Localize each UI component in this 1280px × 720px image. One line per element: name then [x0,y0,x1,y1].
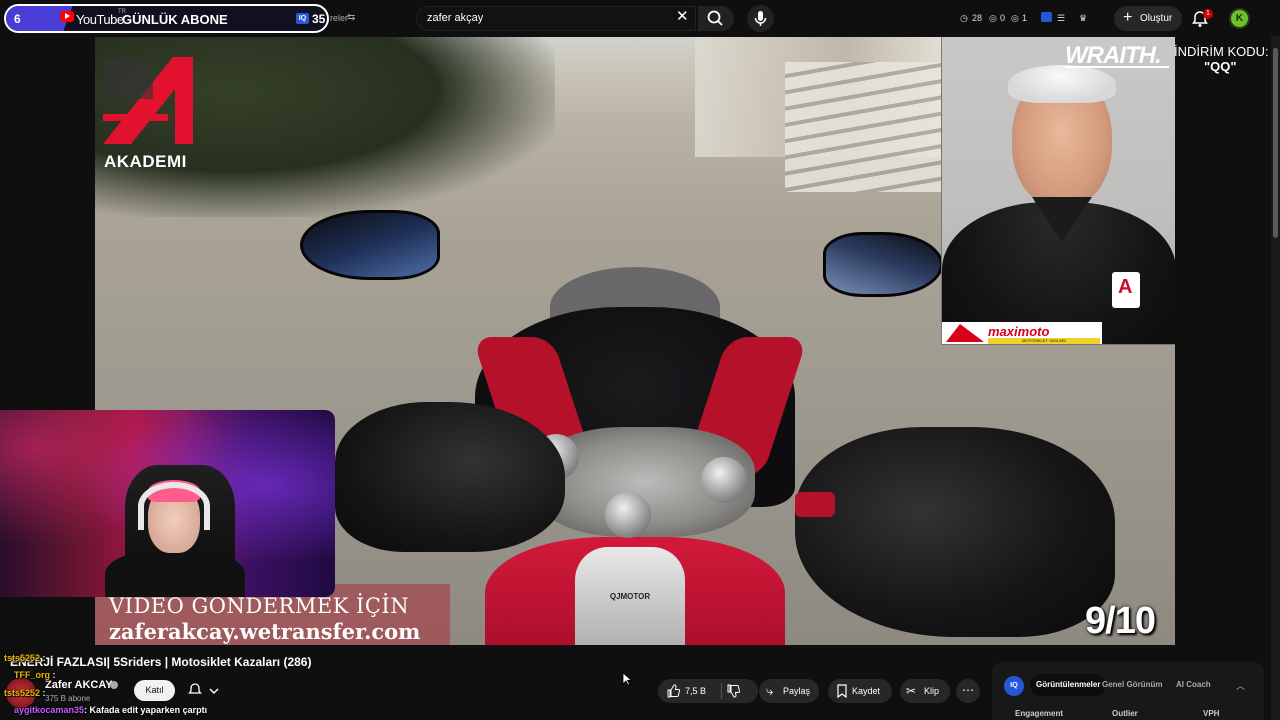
more-actions-button[interactable]: ⋯ [956,679,980,703]
brake-lever [795,492,835,517]
presenter-hair [1008,65,1116,103]
video-frame-stairs [785,62,945,192]
tab-ai-coach[interactable]: AI Coach [1170,674,1217,696]
clip-label: Klip [924,686,940,696]
filters-label[interactable]: reler [330,13,348,23]
search-button[interactable] [698,6,734,31]
brand-text: AKADEMI [104,152,187,171]
subscriber-count-badge: 6 [6,6,58,31]
iq-count: 35 [312,12,326,26]
mouse-cursor-icon [622,672,632,686]
rating-score: 9/10 [1085,600,1156,642]
join-button[interactable]: Katıl [134,680,175,701]
headset-icon [138,482,210,530]
clock-icon: ◷ [960,13,968,23]
wraith-underline [1065,66,1169,68]
stat-value: 28 [972,13,983,23]
chat-message: TFF_org : [14,670,56,680]
rider-glove-right [795,427,1115,637]
share-label: Paylaş [783,686,811,696]
tab-views[interactable]: Görüntülenmeler [1030,674,1107,696]
channel-stats-group: ◷ 28 ◎ 0 ◎ 1 ☰ ♛ [955,8,1100,28]
subscription-bell-button[interactable] [182,680,226,701]
column-engagement: Engagement [1015,709,1064,718]
streamer-body [105,550,245,597]
more-icon: ⋯ [962,683,974,697]
microphone-icon [754,11,767,26]
mirror-right [823,232,943,297]
subscriber-count: 375 B abone [45,694,91,703]
presenter-inset: maximoto MOTOSIKLET YAGLARI [941,37,1175,345]
save-label: Kaydet [852,686,881,696]
eye-icon: ◎ [1011,13,1019,23]
iq-badge-icon: IQ [296,13,309,24]
daily-subscriber-widget: 6 YouTube TR GÜNLÜK ABONE IQ 35 [4,4,329,33]
youtube-logo-text: YouTube [76,12,124,27]
rider-glove-left [335,402,565,552]
widget-title: GÜNLÜK ABONE [122,12,228,27]
tab-overview[interactable]: Genel Görünüm [1096,674,1168,696]
sponsor-logo-subtext: MOTOSIKLET YAGLARI [988,338,1100,344]
youtube-logo-icon [60,11,74,22]
verified-icon [110,681,118,689]
fork-cap-right [701,457,747,503]
iq-logo-icon: IQ [1004,676,1024,696]
stat-value: 1 [1022,13,1028,23]
discount-code: "QQ" [1204,59,1237,74]
column-vph: VPH [1203,709,1220,718]
filters-icon[interactable]: ⇆ [347,12,355,23]
search-icon [707,10,723,26]
chat-message: tsts5252 : [4,653,46,663]
banner-line1: VIDEO GONDERMEK İÇİN [109,594,410,618]
engine-brand-text: QJMOTOR [609,592,651,601]
clip-button[interactable]: ✂ Klip [900,679,950,703]
stat-value: 0 [1000,13,1006,23]
top-bar: 6 YouTube TR GÜNLÜK ABONE IQ 35 reler ⇆ … [0,0,1280,36]
list-icon[interactable]: ☰ [1057,13,1065,24]
bell-icon [188,683,219,694]
akademi-logo-icon [103,57,193,144]
channel-name[interactable]: Zafer AKCAY [45,679,113,691]
sponsor-logo-text: maximoto [988,324,1050,339]
share-icon: ⤷ [766,683,774,698]
shirt-emblem-icon [1112,272,1140,308]
thumbs-down-icon[interactable] [726,684,740,698]
video-title: ENERJİ FAZLASI| 5Sriders | Motosiklet Ka… [10,655,312,669]
close-icon[interactable]: ✕ [676,9,689,24]
banner-line2: zaferakcay.wetransfer.com [109,619,421,644]
iq-analytics-panel: IQ Görüntülenmeler Genel Görünüm AI Coac… [992,662,1264,720]
eye-icon: ◎ [989,13,997,23]
voice-search-button[interactable] [747,5,774,32]
save-button[interactable]: Kaydet [828,679,892,703]
chat-message: aygitkocaman35: Kafada edit yaparken çar… [14,705,208,715]
scissors-icon: ✂ [906,684,917,698]
like-count[interactable]: 7,5 B [685,686,706,696]
like-dislike-group: 7,5 B [658,679,758,703]
mirror-left [300,210,440,280]
column-outlier: Outlier [1112,709,1138,718]
create-label: Oluştur [1140,13,1173,24]
chat-message: tsts5252 : [4,688,46,698]
trophy-icon[interactable]: ♛ [1079,13,1087,24]
plus-icon: + [1123,9,1133,26]
iq-extension-icon[interactable] [1041,12,1052,22]
create-button[interactable]: + Oluştur [1114,6,1182,31]
chevron-up-icon[interactable]: ︿ [1236,679,1245,692]
search-box[interactable] [416,6,696,31]
search-input[interactable] [427,12,657,24]
page-scrollbar[interactable] [1271,36,1280,720]
bookmark-icon [837,684,847,698]
streamer-webcam [0,410,335,597]
notification-count-badge: 1 [1203,9,1213,19]
thumbs-up-icon[interactable] [666,684,680,698]
share-button[interactable]: ⤷ Paylaş [759,679,819,703]
sponsor-mark-icon [946,324,984,342]
scrollbar-thumb[interactable] [1273,48,1278,238]
steering-nut [605,492,651,538]
divider [721,683,722,699]
avatar[interactable]: K [1229,8,1250,29]
discount-label: İNDİRİM KODU: [1174,44,1269,59]
